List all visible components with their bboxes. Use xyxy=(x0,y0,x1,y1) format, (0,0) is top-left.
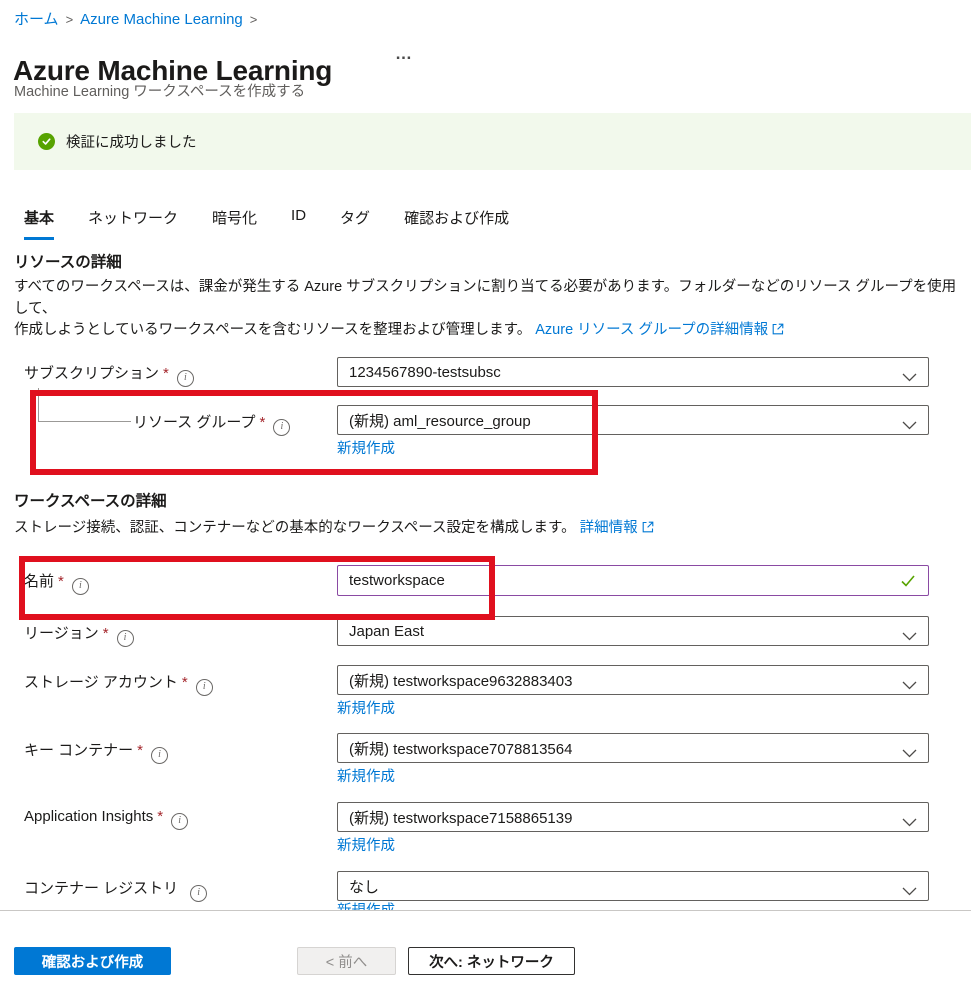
validation-success-message: 検証に成功しました xyxy=(66,131,197,152)
required-asterisk xyxy=(178,880,182,897)
tab-tags[interactable]: タグ xyxy=(340,207,370,240)
application-insights-value: (新規) testworkspace7158865139 xyxy=(349,807,572,828)
info-icon[interactable] xyxy=(72,578,89,595)
chevron-down-icon xyxy=(902,677,917,695)
subscription-label: サブスクリプション* xyxy=(24,362,194,387)
container-registry-label: コンテナー レジストリ xyxy=(24,877,207,902)
success-check-icon xyxy=(38,133,55,150)
key-vault-label: キー コンテナー* xyxy=(24,739,168,764)
storage-account-value: (新規) testworkspace9632883403 xyxy=(349,670,572,691)
chevron-down-icon xyxy=(902,628,917,646)
breadcrumb-app-link[interactable]: Azure Machine Learning xyxy=(80,11,243,28)
subscription-value: 1234567890-testsubsc xyxy=(349,364,501,381)
chevron-down-icon xyxy=(902,814,917,832)
validation-success-banner: 検証に成功しました xyxy=(14,113,971,170)
storage-account-dropdown[interactable]: (新規) testworkspace9632883403 xyxy=(337,665,929,695)
application-insights-dropdown[interactable]: (新規) testworkspace7158865139 xyxy=(337,802,929,832)
application-insights-create-new-link[interactable]: 新規作成 xyxy=(337,834,395,855)
breadcrumb-home-link[interactable]: ホーム xyxy=(14,11,59,28)
wizard-tabs: 基本 ネットワーク 暗号化 ID タグ 確認および作成 xyxy=(24,207,509,240)
indent-connector-line xyxy=(38,388,131,422)
workspace-info-link[interactable]: 詳細情報 xyxy=(580,520,638,536)
breadcrumb-separator: > xyxy=(59,12,81,27)
resource-group-value: (新規) aml_resource_group xyxy=(349,410,531,431)
tab-networking[interactable]: ネットワーク xyxy=(88,207,178,240)
key-vault-dropdown[interactable]: (新規) testworkspace7078813564 xyxy=(337,733,929,763)
breadcrumb: ホーム>Azure Machine Learning> xyxy=(14,8,264,29)
subscription-dropdown[interactable]: 1234567890-testsubsc xyxy=(337,357,929,387)
required-asterisk: * xyxy=(133,742,143,759)
required-asterisk: * xyxy=(159,365,169,382)
storage-account-create-new-link[interactable]: 新規作成 xyxy=(337,697,395,718)
resource-details-description-line1: すべてのワークスペースは、課金が発生する Azure サブスクリプションに割り当… xyxy=(14,279,956,317)
create-ml-workspace-page: ホーム>Azure Machine Learning> Azure Machin… xyxy=(0,0,971,988)
required-asterisk: * xyxy=(256,414,266,431)
container-registry-value: なし xyxy=(349,876,379,897)
workspace-details-heading: ワークスペースの詳細 xyxy=(14,489,167,511)
region-label: リージョン* xyxy=(24,622,134,647)
name-input[interactable]: testworkspace xyxy=(337,565,929,596)
chevron-down-icon xyxy=(902,417,917,435)
region-value: Japan East xyxy=(349,623,424,640)
required-asterisk: * xyxy=(153,808,163,825)
resource-details-heading: リソースの詳細 xyxy=(14,250,122,272)
region-dropdown[interactable]: Japan East xyxy=(337,616,929,646)
resource-group-dropdown[interactable]: (新規) aml_resource_group xyxy=(337,405,929,435)
breadcrumb-separator: > xyxy=(243,12,265,27)
name-value: testworkspace xyxy=(349,572,445,589)
resource-group-label: リソース グループ* xyxy=(133,411,290,436)
resource-group-create-new-link[interactable]: 新規作成 xyxy=(337,437,395,458)
chevron-down-icon xyxy=(902,883,917,901)
page-subtitle: Machine Learning ワークスペースを作成する xyxy=(14,80,305,101)
resource-details-description: すべてのワークスペースは、課金が発生する Azure サブスクリプションに割り当… xyxy=(14,277,964,343)
external-link-icon xyxy=(642,519,654,541)
next-networking-button[interactable]: 次へ: ネットワーク xyxy=(408,947,575,975)
info-icon[interactable] xyxy=(196,679,213,696)
info-icon[interactable] xyxy=(190,885,207,902)
key-vault-value: (新規) testworkspace7078813564 xyxy=(349,738,572,759)
key-vault-create-new-link[interactable]: 新規作成 xyxy=(337,765,395,786)
wizard-footer: 確認および作成 < 前へ 次へ: ネットワーク xyxy=(0,910,971,988)
tab-basics[interactable]: 基本 xyxy=(24,207,54,240)
review-and-create-button[interactable]: 確認および作成 xyxy=(14,947,171,975)
required-asterisk: * xyxy=(54,573,64,590)
tab-review-create[interactable]: 確認および作成 xyxy=(404,207,509,240)
info-icon[interactable] xyxy=(171,813,188,830)
required-asterisk: * xyxy=(99,625,109,642)
tab-encryption[interactable]: 暗号化 xyxy=(212,207,257,240)
resource-group-info-link[interactable]: Azure リソース グループの詳細情報 xyxy=(535,322,768,338)
application-insights-label: Application Insights* xyxy=(24,808,188,830)
storage-account-label: ストレージ アカウント* xyxy=(24,671,213,696)
info-icon[interactable] xyxy=(273,419,290,436)
info-icon[interactable] xyxy=(117,630,134,647)
container-registry-dropdown[interactable]: なし xyxy=(337,871,929,901)
resource-details-description-line2: 作成しようとしているワークスペースを含むリソースを整理および管理します。 xyxy=(14,322,535,338)
chevron-down-icon xyxy=(902,745,917,763)
more-menu-button[interactable]: … xyxy=(395,44,413,64)
chevron-down-icon xyxy=(902,369,917,387)
valid-check-icon xyxy=(900,574,916,593)
tab-identity[interactable]: ID xyxy=(291,207,306,240)
required-asterisk: * xyxy=(178,674,188,691)
external-link-icon xyxy=(772,321,784,343)
info-icon[interactable] xyxy=(151,747,168,764)
workspace-details-description: ストレージ接続、認証、コンテナーなどの基本的なワークスペース設定を構成します。 … xyxy=(14,518,964,541)
info-icon[interactable] xyxy=(177,370,194,387)
name-label: 名前* xyxy=(24,570,89,595)
previous-button[interactable]: < 前へ xyxy=(297,947,396,975)
